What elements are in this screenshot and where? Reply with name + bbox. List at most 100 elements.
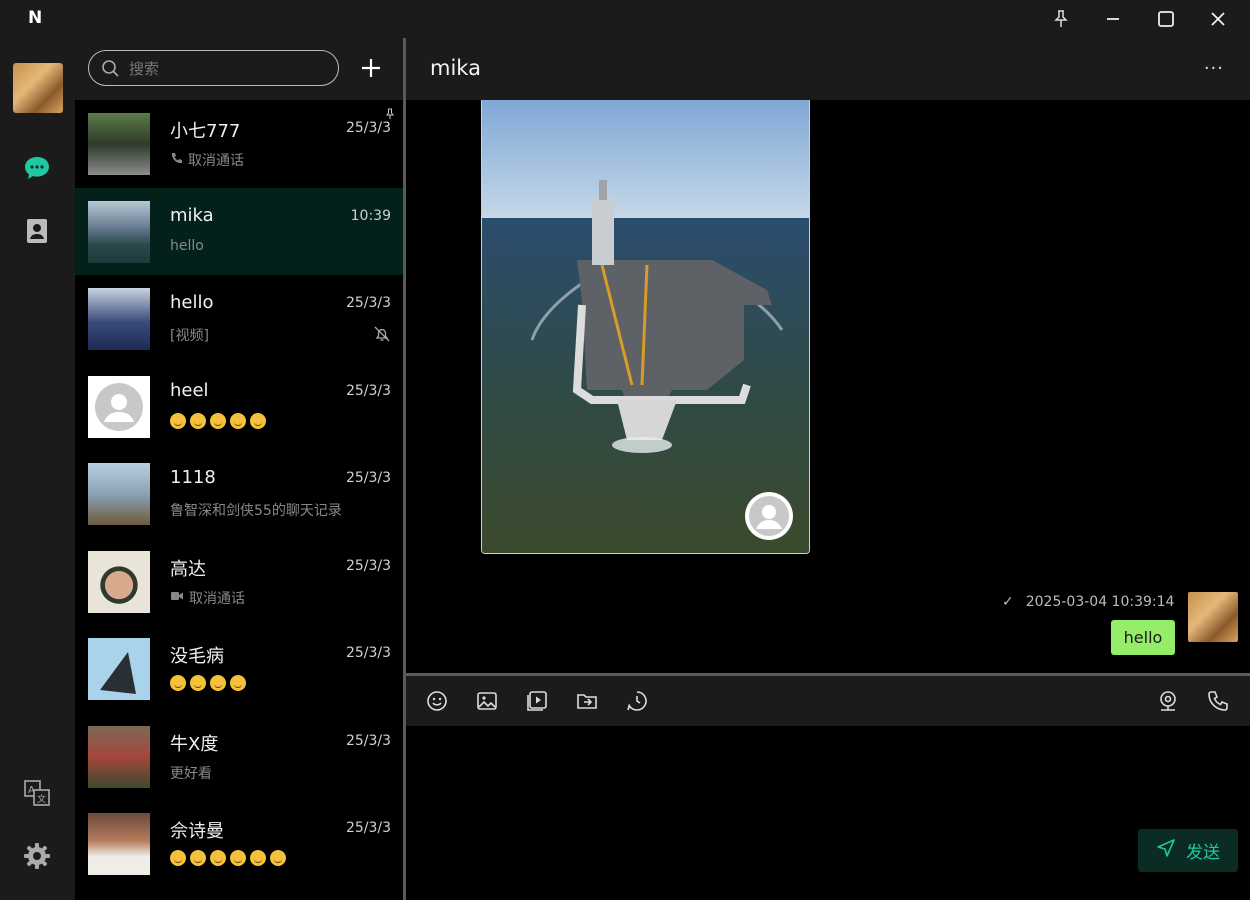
history-button-icon[interactable]: [625, 689, 649, 713]
emoji-icon: [170, 675, 186, 691]
conversation-item[interactable]: 1118 25/3/3 鲁智深和剑侠55的聊天记录: [75, 450, 403, 537]
conversation-name: 高达: [170, 559, 206, 580]
webcam-button-icon[interactable]: [1156, 689, 1180, 713]
conversation-time: 25/3/3: [345, 558, 391, 574]
contacts-icon[interactable]: [22, 216, 52, 246]
conversation-name: hello: [170, 292, 214, 313]
conversation-item[interactable]: heel 25/3/3: [75, 363, 403, 450]
message-input-area[interactable]: 发送: [406, 726, 1250, 900]
svg-text:A: A: [28, 785, 35, 796]
conversation-name: 小七777: [170, 121, 241, 142]
chat-icon[interactable]: [22, 153, 52, 183]
emoji-icon: [230, 675, 246, 691]
image-message[interactable]: [481, 100, 810, 554]
minimize-button[interactable]: [1102, 8, 1124, 30]
video-icon: [170, 590, 184, 606]
conversation-name: 佘诗曼: [170, 821, 224, 842]
avatar: [88, 726, 150, 788]
chat-pane: mika ··· ✓ 2025-03-04 10:39:14 hello 发送: [406, 38, 1250, 900]
file-button-icon[interactable]: [575, 689, 599, 713]
conversation-preview: [视频]: [170, 328, 209, 344]
conversation-name: 牛X度: [170, 734, 219, 755]
conversation-time: 25/3/3: [345, 295, 391, 311]
conversation-time: 25/3/3: [345, 120, 391, 136]
emoji-icon: [250, 413, 266, 429]
conversation-time: 10:39: [350, 208, 391, 224]
emoji-icon: [250, 850, 266, 866]
emoji-icon: [230, 413, 246, 429]
message-meta: ✓ 2025-03-04 10:39:14: [1002, 594, 1174, 610]
add-button[interactable]: [359, 56, 383, 80]
emoji-preview: [170, 850, 286, 866]
maximize-button[interactable]: [1155, 8, 1177, 30]
emoji-icon: [190, 413, 206, 429]
aircraft-carrier-photo: [482, 100, 809, 553]
emoji-icon: [210, 675, 226, 691]
conversation-time: 25/3/3: [345, 820, 391, 836]
settings-gear-icon[interactable]: [22, 841, 52, 871]
message-bubble[interactable]: hello: [1111, 620, 1175, 655]
conversation-time: 25/3/3: [345, 470, 391, 486]
mute-bell-icon: [373, 325, 391, 347]
conversation-item[interactable]: 佘诗曼 25/3/3: [75, 800, 403, 887]
avatar: [88, 201, 150, 263]
close-button[interactable]: [1207, 8, 1229, 30]
my-avatar[interactable]: [1188, 592, 1238, 642]
left-rail: A文: [0, 38, 75, 900]
avatar: [88, 288, 150, 350]
conversation-time: 25/3/3: [345, 645, 391, 661]
phone-call-icon[interactable]: [1206, 689, 1230, 713]
video-button-icon[interactable]: [525, 689, 549, 713]
conversation-item[interactable]: 高达 25/3/3 取消通话: [75, 538, 403, 625]
search-input[interactable]: [127, 57, 331, 81]
chat-header: mika ···: [406, 38, 1250, 100]
search-box[interactable]: [88, 50, 339, 86]
pin-window-icon[interactable]: [1050, 8, 1072, 30]
conversation-preview: 取消通话: [170, 150, 244, 170]
app-logo: N: [28, 8, 43, 28]
conversation-preview: hello: [170, 238, 204, 254]
emoji-icon: [230, 850, 246, 866]
send-icon: [1156, 838, 1176, 863]
conversation-item[interactable]: 小七777 25/3/3 取消通话: [75, 100, 403, 187]
conversation-list: 小七777 25/3/3 取消通话 mika 10:39 hello hello…: [75, 38, 403, 900]
conversation-name: mika: [170, 205, 214, 226]
emoji-icon: [190, 850, 206, 866]
conversation-name: 1118: [170, 467, 216, 488]
conversation-item[interactable]: hello 25/3/3 [视频]: [75, 275, 403, 362]
phone-icon: [170, 152, 183, 169]
emoji-preview: [170, 675, 246, 691]
chat-title: mika: [430, 56, 481, 80]
list-header: [75, 38, 403, 100]
conversation-time: 25/3/3: [345, 733, 391, 749]
conversation-item[interactable]: mika 10:39 hello: [75, 188, 403, 275]
emoji-icon: [170, 413, 186, 429]
app-window: N A文 搜索 小七777 25/3/3 取消通话 mika 10:39 hel…: [0, 0, 1250, 900]
emoji-icon: [210, 413, 226, 429]
conversation-preview: 鲁智深和剑侠55的聊天记录: [170, 503, 342, 519]
emoji-icon: [190, 675, 206, 691]
send-button[interactable]: 发送: [1138, 829, 1238, 872]
svg-text:文: 文: [37, 793, 46, 805]
image-button-icon[interactable]: [475, 689, 499, 713]
conversation-name: 没毛病: [170, 646, 224, 667]
avatar: [88, 638, 150, 700]
conversation-time: 25/3/3: [345, 383, 391, 399]
avatar: [88, 463, 150, 525]
sender-avatar: [745, 492, 793, 540]
conversation-item[interactable]: 没毛病 25/3/3: [75, 625, 403, 712]
message-timestamp: 2025-03-04 10:39:14: [1025, 594, 1175, 610]
avatar: [88, 113, 150, 175]
user-avatar[interactable]: [13, 63, 63, 113]
search-icon: [101, 59, 119, 81]
avatar: [88, 813, 150, 875]
avatar: [88, 551, 150, 613]
more-options-button[interactable]: ···: [1204, 58, 1224, 79]
emoji-preview: [170, 413, 266, 429]
translate-icon[interactable]: A文: [22, 778, 52, 808]
emoji-icon: [270, 850, 286, 866]
sent-check-icon: ✓: [1002, 594, 1014, 610]
conversation-name: heel: [170, 380, 209, 401]
conversation-item[interactable]: 牛X度 25/3/3 更好看: [75, 713, 403, 800]
emoji-button-icon[interactable]: [425, 689, 449, 713]
